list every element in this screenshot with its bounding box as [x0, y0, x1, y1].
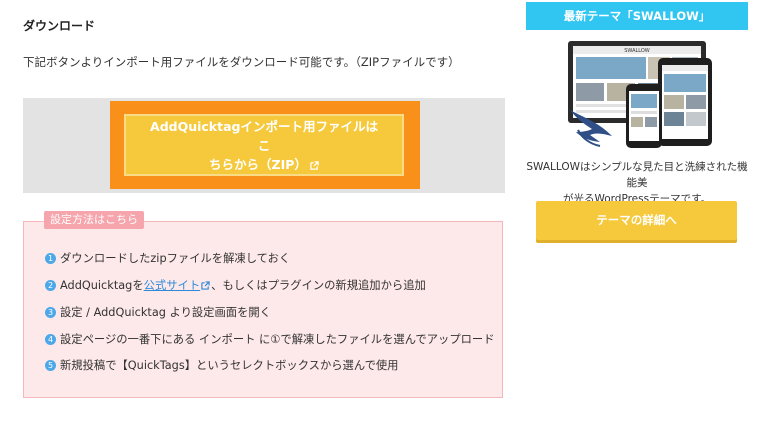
external-link-icon [310, 160, 319, 170]
mockup-title: SWALLOW [624, 48, 650, 54]
official-site-link[interactable]: 公式サイト [144, 277, 201, 293]
step-text: 、もしくはプラグインの新規追加から追加 [211, 279, 426, 292]
step-number-badge: 5 [45, 359, 56, 371]
step-item: 4 設定ページの一番下にある インポート に①で解凍したファイルを選んでアップロ… [45, 331, 495, 347]
step-text: 設定ページの一番下にある インポート に①で解凍したファイルを選んでアップロード [60, 333, 495, 346]
external-link-icon [201, 280, 210, 290]
setup-steps-tag: 設定方法はこちら [44, 211, 144, 229]
download-description: 下記ボタンよりインポート用ファイルをダウンロード可能です。（ZIPファイルです） [23, 55, 460, 69]
step-text: 設定 / AddQuicktag より設定画面を開く [60, 306, 271, 319]
step-item: 2 AddQuicktagを 公式サイト 、もしくはプラグインの新規追加から追加 [45, 277, 426, 293]
theme-details-button[interactable]: テーマの詳細へ [536, 201, 737, 240]
step-item: 3 設定 / AddQuicktag より設定画面を開く [45, 304, 271, 320]
step-item: 1 ダウンロードしたzipファイルを解凍しておく [45, 250, 290, 266]
download-button-label: AddQuicktagインポート用ファイルはこ ちらから（ZIP） [150, 118, 378, 172]
step-number-badge: 1 [45, 252, 56, 264]
step-number-badge: 2 [45, 279, 56, 291]
step-item: 5 新規投稿で【QuickTags】というセレクトボックスから選んで使用 [45, 357, 398, 373]
step-number-badge: 3 [45, 306, 56, 318]
step-text: ダウンロードしたzipファイルを解凍しておく [60, 252, 291, 265]
download-heading: ダウンロード [23, 19, 96, 33]
swallow-description: SWALLOWはシンプルな見た目と洗練された機能美 が光るWordPressテー… [526, 161, 748, 205]
step-number-badge: 4 [45, 333, 56, 345]
swallow-device-mockup[interactable]: SWALLOW [560, 38, 720, 153]
step-text: AddQuicktagを [60, 279, 144, 292]
latest-theme-header: 最新テーマ「SWALLOW」 [526, 2, 748, 30]
download-zip-button[interactable]: AddQuicktagインポート用ファイルはこ ちらから（ZIP） [124, 114, 404, 176]
step-text: 新規投稿で【QuickTags】というセレクトボックスから選んで使用 [60, 359, 399, 372]
